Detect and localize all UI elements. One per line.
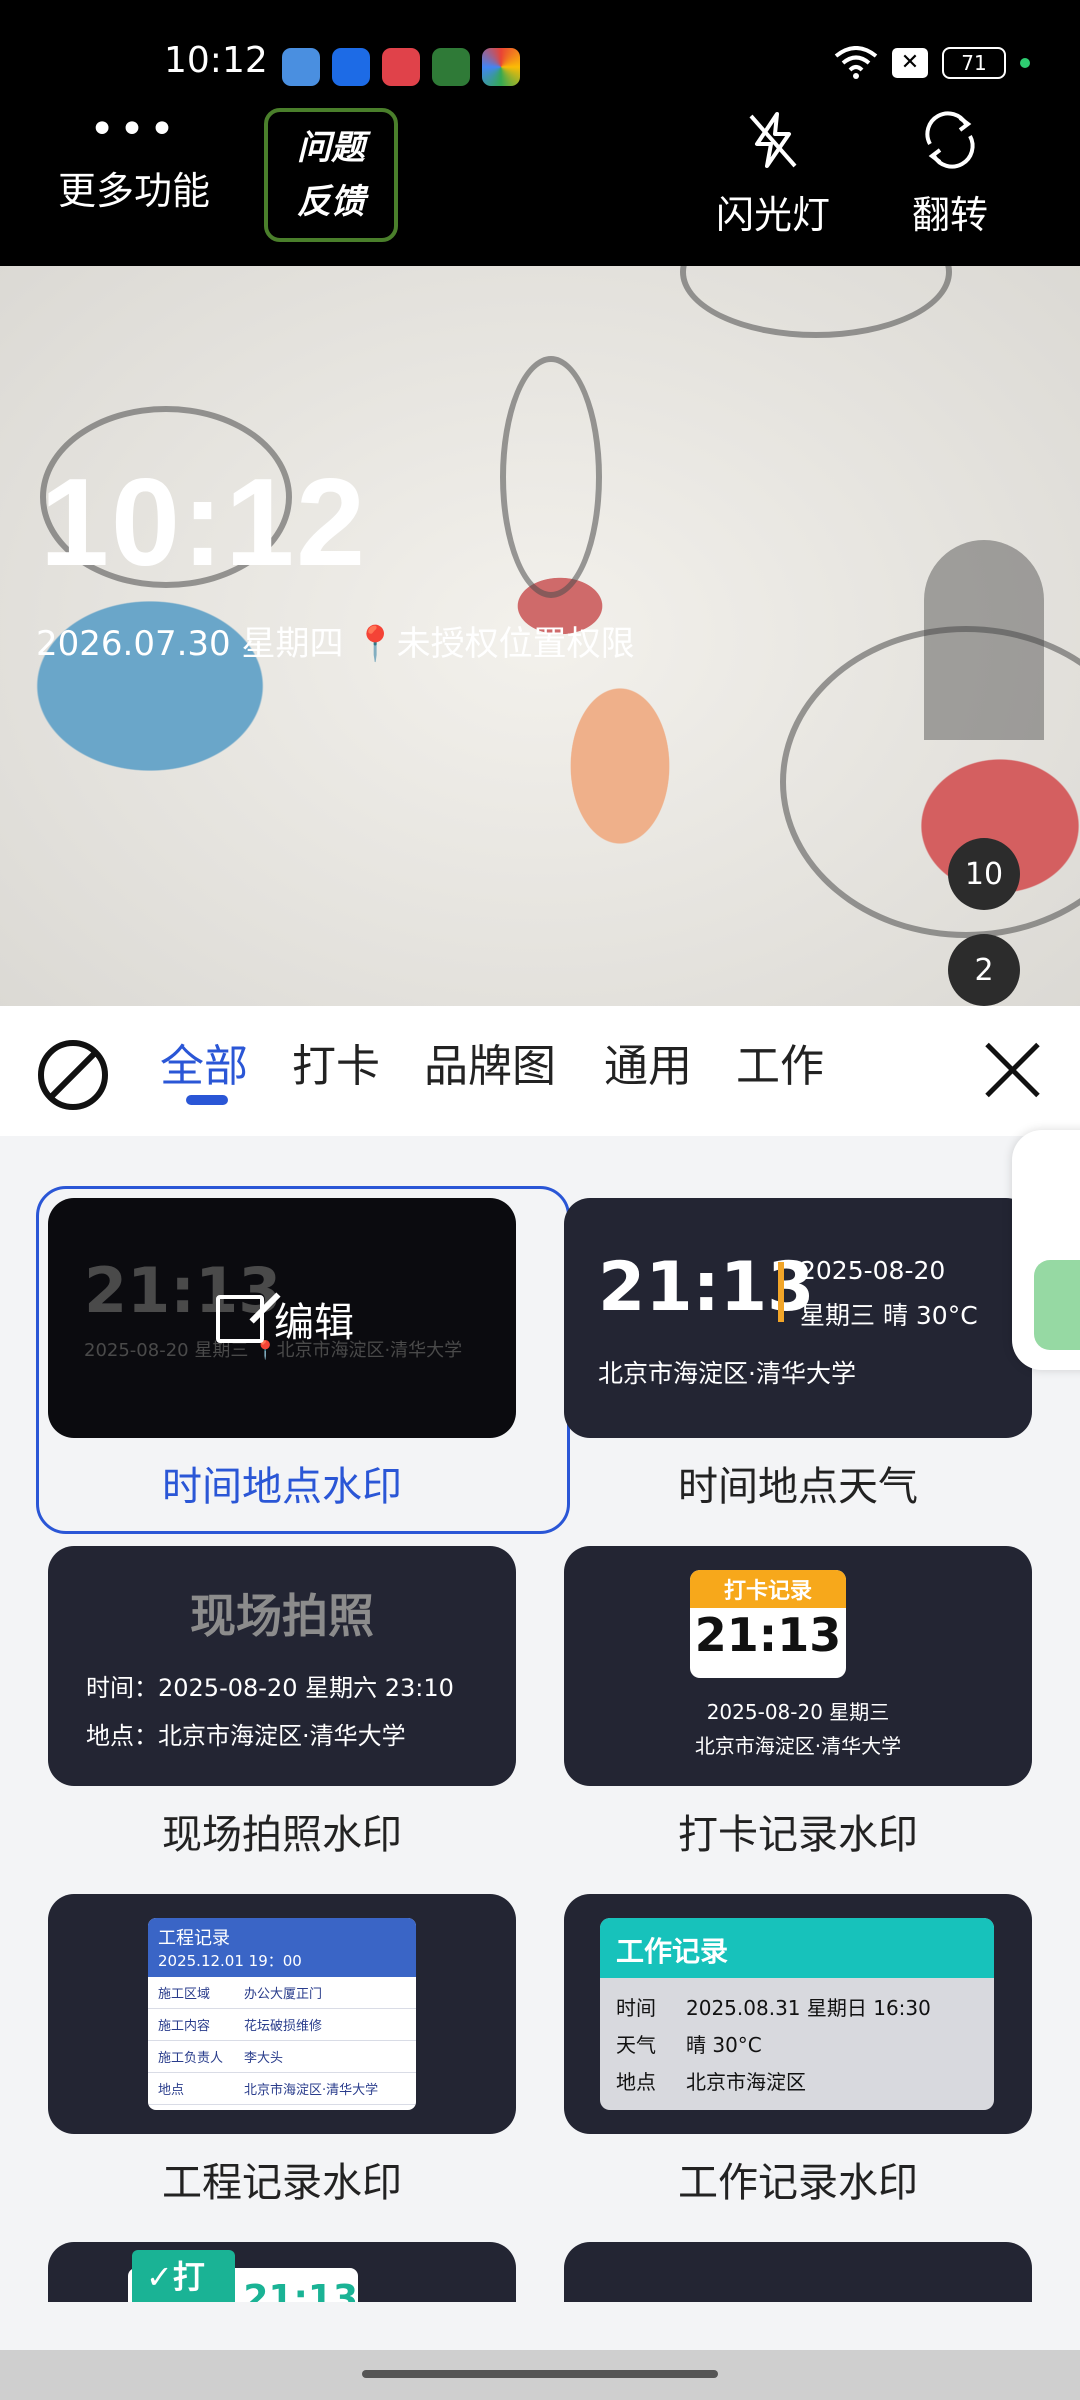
preview-time: 21:13	[694, 1608, 842, 1662]
flash-label: 闪光灯	[716, 193, 831, 237]
table-row: 时间 2025.08.31 星期日 16:30	[616, 1996, 931, 2020]
privacy-dot	[1020, 58, 1030, 68]
template-card-time-location[interactable]: 21:13 2025-08-20 星期三 📍北京市海淀区·清华大学 编辑	[48, 1198, 516, 1438]
no-watermark-icon[interactable]	[38, 1040, 108, 1110]
tab-general[interactable]: 通用	[604, 1030, 692, 1094]
template-card-partial[interactable]	[564, 2242, 1032, 2302]
tab-brand[interactable]: 品牌图	[424, 1030, 556, 1094]
notification-icons	[282, 48, 520, 86]
table-row: 施工负责人 李大头	[148, 2041, 416, 2073]
green-app-icon	[432, 48, 470, 86]
preview-header: 工程记录	[158, 1928, 230, 1949]
preview-header-block: 工程记录 2025.12.01 19：00	[148, 1918, 416, 1977]
close-icon[interactable]	[984, 1040, 1044, 1100]
watermark-overlay-time: 10:12	[40, 454, 368, 592]
table-row: 地点 北京市海淀区	[616, 2070, 806, 2094]
watermark-overlay-date: 2026.07.30 星期四 📍未授权位置权限	[36, 616, 635, 665]
flip-button[interactable]: 翻转	[912, 108, 988, 239]
flip-camera-icon	[925, 111, 975, 169]
checkin-chip-box: ✓打卡 21:13	[128, 2250, 358, 2303]
template-card-engineering[interactable]: 工程记录 2025.12.01 19：00 施工区域 办公大厦正门 施工内容 花坛破…	[48, 1894, 516, 2134]
more-dots-icon: •••	[89, 104, 179, 155]
checkin-chip: ✓打卡	[132, 2250, 236, 2302]
location-pin-icon: 📍	[354, 624, 397, 664]
feedback-line2: 反馈	[297, 182, 365, 222]
preview-divider	[778, 1262, 784, 1322]
overlay-date: 2026.07.30 星期四	[36, 624, 344, 664]
preview-time-row: 时间：2025-08-20 星期六 23:10	[86, 1674, 454, 1702]
tab-all[interactable]: 全部	[160, 1030, 248, 1094]
floating-green-button[interactable]	[1034, 1260, 1080, 1350]
preview-location: 北京市海淀区·清华大学	[598, 1359, 856, 1388]
more-functions-button[interactable]: ••• 更多功能	[58, 104, 211, 215]
tab-checkin[interactable]: 打卡	[292, 1030, 380, 1094]
preview-header: 工作记录	[600, 1918, 994, 1978]
flash-button[interactable]: 闪光灯	[716, 108, 830, 239]
feedback-line1: 问题	[297, 128, 365, 168]
system-status: ✕ 71	[834, 46, 1030, 80]
active-tab-indicator	[186, 1095, 228, 1105]
work-record-box: 工作记录 时间 2025.08.31 星期日 16:30 天气晴 30°C 地点北…	[600, 1918, 994, 2110]
template-card-checkin-chip[interactable]: ✓打卡 21:13	[48, 2242, 516, 2302]
template-label: 时间地点天气	[678, 1464, 918, 1510]
table-row: 天气晴 30°C	[616, 2033, 762, 2057]
blue-app-icon	[332, 48, 370, 86]
tab-work[interactable]: 工作	[736, 1030, 824, 1094]
weather-app-icon	[282, 48, 320, 86]
side-counter-panel	[924, 540, 1044, 740]
engineering-table: 工程记录 2025.12.01 19：00 施工区域 办公大厦正门 施工内容 花坛破…	[148, 1918, 416, 2110]
video-app-icon	[382, 48, 420, 86]
edit-icon	[216, 1295, 264, 1343]
template-card-onsite-photo[interactable]: 现场拍照 时间：2025-08-20 星期六 23:10 地点：北京市海淀区·清…	[48, 1546, 516, 1786]
counter-badge-bottom[interactable]: 2	[948, 934, 1020, 1006]
table-row: 地点 北京市海淀区·清华大学	[148, 2073, 416, 2105]
feedback-button[interactable]: 问题 反馈	[264, 108, 398, 242]
checkin-box: 打卡记录 21:13	[690, 1570, 846, 1678]
template-card-checkin[interactable]: 打卡记录 21:13 2025-08-20 星期三 北京市海淀区·清华大学	[564, 1546, 1032, 1786]
preview-location: 北京市海淀区·清华大学	[694, 1734, 902, 1758]
edit-button[interactable]: 编辑	[216, 1290, 354, 1348]
preview-time: 21:13	[243, 2277, 358, 2303]
template-card-work-record[interactable]: 工作记录 时间 2025.08.31 星期日 16:30 天气晴 30°C 地点北…	[564, 1894, 1032, 2134]
preview-place-row: 地点：北京市海淀区·清华大学	[86, 1722, 406, 1750]
home-gesture-handle[interactable]	[362, 2370, 718, 2378]
edit-label: 编辑	[274, 1300, 354, 1346]
preview-weather: 星期三 晴 30°C	[800, 1301, 978, 1330]
flash-off-icon	[749, 112, 797, 168]
flip-label: 翻转	[912, 193, 989, 237]
template-label: 工作记录水印	[678, 2160, 918, 2206]
battery-indicator: 71	[942, 47, 1006, 79]
template-label: 打卡记录水印	[678, 1812, 918, 1858]
preview-title: 现场拍照	[190, 1589, 374, 1643]
template-label: 工程记录水印	[162, 2160, 402, 2206]
preview-date: 2025-08-20 星期三	[706, 1700, 890, 1724]
overlay-location: 未授权位置权限	[396, 624, 635, 664]
counter-badge-top[interactable]: 10	[948, 838, 1020, 910]
template-label: 时间地点水印	[162, 1464, 402, 1510]
status-time: 10:12	[164, 40, 268, 81]
colorful-app-icon	[482, 48, 520, 86]
preview-date: 2025.12.01 19：00	[158, 1952, 302, 1970]
template-card-time-weather[interactable]: 21:13 2025-08-20 星期三 晴 30°C 北京市海淀区·清华大学	[564, 1198, 1032, 1438]
more-label: 更多功能	[58, 169, 211, 213]
table-row: 施工内容 花坛破损维修	[148, 2009, 416, 2041]
template-label: 现场拍照水印	[162, 1812, 402, 1858]
table-row: 施工区域 办公大厦正门	[148, 1977, 416, 2009]
preview-header: 打卡记录	[690, 1570, 846, 1608]
wifi-icon	[834, 46, 878, 79]
preview-date: 2025-08-20	[800, 1256, 946, 1285]
no-sim-icon: ✕	[892, 48, 928, 78]
